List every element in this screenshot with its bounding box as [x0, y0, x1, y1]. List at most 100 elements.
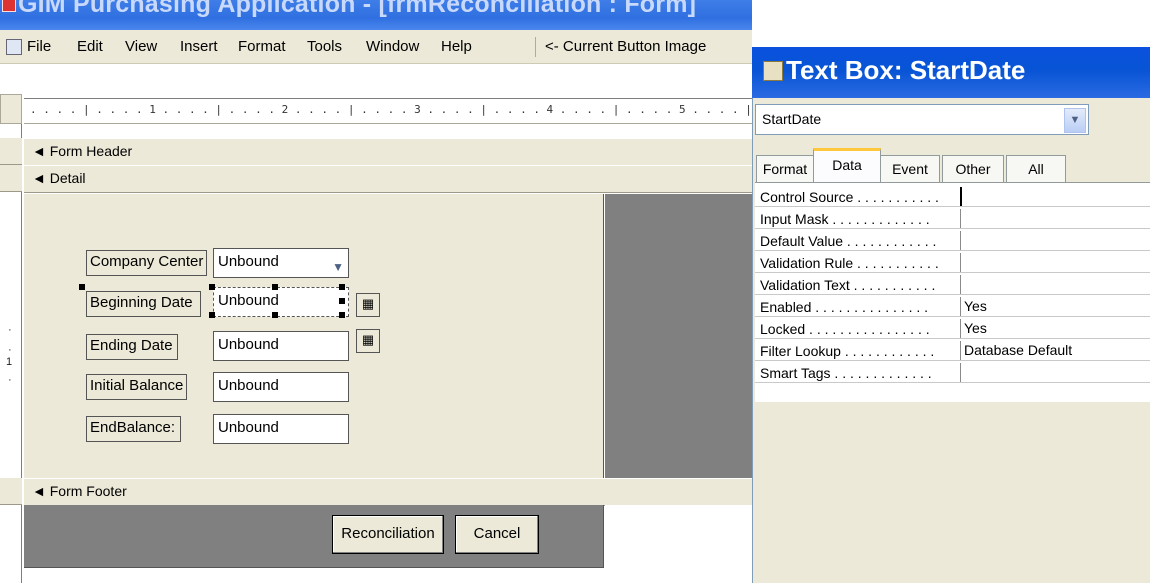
- resize-handle[interactable]: [272, 312, 278, 318]
- app-title: GIM Purchasing Application - [frmReconci…: [18, 0, 697, 18]
- footer-blank-area: [605, 505, 752, 583]
- detail-background: [605, 194, 752, 478]
- property-value-input[interactable]: [960, 275, 1150, 294]
- ending-date-value: Unbound: [218, 336, 279, 353]
- menu-format[interactable]: Format: [238, 38, 286, 55]
- vertical-ruler-number: 1: [6, 356, 13, 368]
- initial-balance-label[interactable]: Initial Balance: [86, 374, 187, 400]
- form-document-icon[interactable]: [6, 39, 22, 55]
- property-name: Smart Tags . . . . . . . . . . . . .: [760, 365, 932, 381]
- menu-tools[interactable]: Tools: [307, 38, 342, 55]
- property-grid: Control Source . . . . . . . . . . . Inp…: [755, 182, 1150, 402]
- title-bar-blank: [752, 0, 1150, 30]
- property-row[interactable]: Validation Text . . . . . . . . . . .: [755, 275, 1150, 295]
- property-value-input[interactable]: [960, 231, 1150, 250]
- ending-date-label[interactable]: Ending Date: [86, 334, 178, 360]
- chevron-down-icon[interactable]: ▼: [1064, 108, 1086, 133]
- property-name: Filter Lookup . . . . . . . . . . . .: [760, 343, 935, 359]
- resize-handle[interactable]: [339, 312, 345, 318]
- object-selector-value: StartDate: [762, 111, 822, 127]
- end-balance-textbox[interactable]: Unbound: [213, 414, 349, 444]
- detail-label: ◄ Detail: [32, 170, 86, 186]
- property-row[interactable]: Enabled . . . . . . . . . . . . . . . Ye…: [755, 297, 1150, 317]
- move-handle[interactable]: [209, 284, 215, 290]
- property-name: Default Value . . . . . . . . . . . .: [760, 233, 937, 249]
- vertical-ruler-tick: ·: [8, 374, 12, 386]
- tab-all[interactable]: All: [1006, 155, 1066, 182]
- vertical-ruler-tick: ·: [8, 344, 12, 356]
- app-title-bar: GIM Purchasing Application - [frmReconci…: [0, 0, 752, 30]
- current-button-image[interactable]: <- Current Button Image: [545, 38, 706, 55]
- property-name: Input Mask . . . . . . . . . . . . .: [760, 211, 930, 227]
- form-header-label: ◄ Form Header: [32, 143, 133, 159]
- property-sheet-title-bar[interactable]: Text Box: StartDate: [752, 47, 1150, 98]
- initial-balance-value: Unbound: [218, 377, 279, 394]
- detail-bar[interactable]: ◄ Detail: [24, 165, 752, 193]
- header-section-selector[interactable]: [0, 138, 22, 165]
- access-app-icon: [2, 0, 16, 12]
- company-center-combo[interactable]: Unbound ▼: [213, 248, 349, 278]
- form-footer-bar[interactable]: ◄ Form Footer: [24, 478, 752, 506]
- calendar-icon[interactable]: ▦: [356, 329, 380, 353]
- property-value-input[interactable]: Yes: [960, 319, 1150, 338]
- tab-other[interactable]: Other: [942, 155, 1004, 182]
- property-name: Validation Rule . . . . . . . . . . .: [760, 255, 939, 271]
- tab-format[interactable]: Format: [756, 155, 814, 182]
- object-selector[interactable]: StartDate ▼: [755, 104, 1089, 135]
- menu-help[interactable]: Help: [441, 38, 472, 55]
- horizontal-ruler[interactable]: . . . . | . . . . 1 . . . . | . . . . 2 …: [24, 98, 752, 124]
- property-row[interactable]: Smart Tags . . . . . . . . . . . . .: [755, 363, 1150, 383]
- property-value-input[interactable]: [960, 209, 1150, 228]
- vertical-ruler[interactable]: · · 1 ·: [0, 124, 22, 583]
- tab-event[interactable]: Event: [880, 155, 940, 182]
- property-name: Enabled . . . . . . . . . . . . . . .: [760, 299, 929, 315]
- menu-bar: File Edit View Insert Format Tools Windo…: [0, 30, 752, 64]
- property-sheet-title: Text Box: StartDate: [786, 55, 1026, 85]
- property-value-input[interactable]: [960, 363, 1150, 382]
- end-balance-label[interactable]: EndBalance:: [86, 416, 181, 442]
- resize-handle[interactable]: [339, 298, 345, 304]
- initial-balance-textbox[interactable]: Unbound: [213, 372, 349, 402]
- property-row[interactable]: Default Value . . . . . . . . . . . .: [755, 231, 1150, 251]
- menu-edit[interactable]: Edit: [77, 38, 103, 55]
- resize-handle[interactable]: [339, 284, 345, 290]
- form-header-bar[interactable]: ◄ Form Header: [24, 138, 752, 166]
- menu-view[interactable]: View: [125, 38, 157, 55]
- menu-file[interactable]: File: [27, 38, 51, 55]
- company-center-value: Unbound: [218, 253, 279, 270]
- property-row[interactable]: Validation Rule . . . . . . . . . . .: [755, 253, 1150, 273]
- menu-insert[interactable]: Insert: [180, 38, 218, 55]
- property-value-input[interactable]: [960, 253, 1150, 272]
- property-row[interactable]: Input Mask . . . . . . . . . . . . .: [755, 209, 1150, 229]
- property-row[interactable]: Control Source . . . . . . . . . . .: [755, 187, 1150, 207]
- end-balance-value: Unbound: [218, 419, 279, 436]
- move-handle[interactable]: [79, 284, 85, 290]
- property-value-input[interactable]: Database Default: [960, 341, 1150, 360]
- beginning-date-label[interactable]: Beginning Date: [86, 291, 201, 317]
- resize-handle[interactable]: [272, 284, 278, 290]
- footer-section-selector[interactable]: [0, 478, 22, 505]
- menu-window[interactable]: Window: [366, 38, 419, 55]
- tab-data[interactable]: Data: [813, 148, 881, 185]
- menu-separator: [535, 37, 536, 57]
- reconciliation-button[interactable]: Reconciliation: [332, 515, 444, 554]
- beginning-date-textbox[interactable]: Unbound: [213, 287, 349, 317]
- property-row[interactable]: Locked . . . . . . . . . . . . . . . . Y…: [755, 319, 1150, 339]
- cancel-button[interactable]: Cancel: [455, 515, 539, 554]
- detail-section-selector[interactable]: [0, 165, 22, 192]
- vertical-ruler-tick: ·: [8, 324, 12, 336]
- form-selector[interactable]: [0, 94, 22, 124]
- property-name: Control Source . . . . . . . . . . .: [760, 189, 939, 205]
- property-value-input[interactable]: Yes: [960, 297, 1150, 316]
- chevron-down-icon[interactable]: ▼: [332, 254, 344, 280]
- property-row[interactable]: Filter Lookup . . . . . . . . . . . . Da…: [755, 341, 1150, 361]
- property-name: Validation Text . . . . . . . . . . .: [760, 277, 936, 293]
- property-name: Locked . . . . . . . . . . . . . . . .: [760, 321, 930, 337]
- ruler-marks: . . . . | . . . . 1 . . . . | . . . . 2 …: [30, 103, 752, 116]
- ending-date-textbox[interactable]: Unbound: [213, 331, 349, 361]
- calendar-icon[interactable]: ▦: [356, 293, 380, 317]
- resize-handle[interactable]: [209, 312, 215, 318]
- form-footer-label: ◄ Form Footer: [32, 483, 127, 499]
- property-value-input[interactable]: [960, 187, 1150, 206]
- company-center-label[interactable]: Company Center: [86, 250, 207, 276]
